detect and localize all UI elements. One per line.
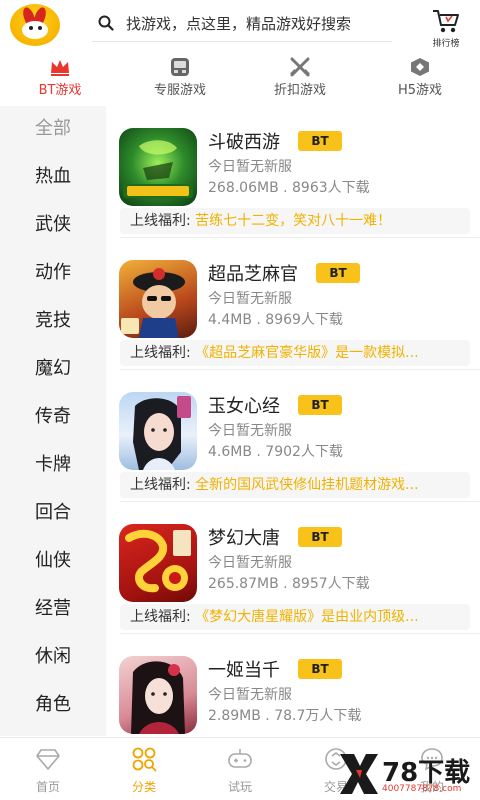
game-icon[interactable] xyxy=(119,524,197,602)
perk-label: 上线福利: xyxy=(130,477,191,493)
category-item[interactable]: 魔幻 xyxy=(0,354,106,384)
tab-exclusive-games[interactable]: 专服游戏 xyxy=(120,54,240,100)
tab-h5-games[interactable]: H5游戏 xyxy=(360,54,480,100)
perk-text: 《梦幻大唐星耀版》是由业内顶级... xyxy=(195,609,419,625)
game-art xyxy=(133,396,191,470)
search-placeholder[interactable]: 找游戏，点这里，精品游戏好搜索 xyxy=(126,13,351,34)
game-server-status: 今日暂无新服 xyxy=(208,687,292,703)
nav-home[interactable]: 首页 xyxy=(0,738,96,800)
nav-label: 试玩 xyxy=(227,780,252,794)
game-art xyxy=(121,268,185,338)
game-icon[interactable] xyxy=(119,128,197,206)
game-size-downloads: 4.4MB . 8969人下载 xyxy=(208,312,343,328)
category-item-all[interactable]: 全部 xyxy=(0,114,106,144)
game-size-downloads: 2.89MB . 78.7万人下载 xyxy=(208,708,362,724)
launch-perk-bar[interactable]: 上线福利: 全新的国风武侠修仙挂机题材游戏... xyxy=(120,472,470,498)
game-size-downloads: 265.87MB . 8957人下载 xyxy=(208,576,370,592)
perk-text: 《超品芝麻官豪华版》是一款模拟... xyxy=(195,345,419,361)
nav-label: 首页 xyxy=(35,780,60,794)
tab-discount-games[interactable]: 折扣游戏 xyxy=(240,54,360,100)
game-art xyxy=(123,140,193,198)
category-item[interactable]: 卡牌 xyxy=(0,450,106,480)
category-grid-icon xyxy=(132,747,157,772)
diamond-icon xyxy=(36,749,60,770)
category-item[interactable]: 回合 xyxy=(0,498,106,528)
game-list-item[interactable]: 斗破西游 BT 今日暂无新服 268.06MB . 8963人下载 上线福利: … xyxy=(106,106,480,238)
game-art xyxy=(125,529,191,593)
gamepad-icon xyxy=(171,58,189,76)
launch-perk-bar[interactable]: 上线福利: 《超品芝麻官豪华版》是一款模拟... xyxy=(120,340,470,366)
tab-label: 折扣游戏 xyxy=(273,83,326,98)
game-list-item[interactable]: 玉女心经 BT 今日暂无新服 4.6MB . 7902人下载 上线福利: 全新的… xyxy=(106,370,480,502)
category-item[interactable]: 热血 xyxy=(0,162,106,192)
ranking-button[interactable]: 排行榜 xyxy=(424,8,468,49)
game-title[interactable]: 梦幻大唐 xyxy=(208,524,280,550)
bt-badge: BT xyxy=(298,395,342,415)
category-item[interactable]: 武侠 xyxy=(0,210,106,240)
bt-badge: BT xyxy=(298,131,342,151)
nav-label: 分类 xyxy=(131,780,156,794)
tab-label: H5游戏 xyxy=(397,83,443,98)
category-item[interactable]: 休闲 xyxy=(0,642,106,672)
ranking-label: 排行榜 xyxy=(432,39,460,49)
perk-label: 上线福利: xyxy=(130,213,191,229)
crossed-swords-icon xyxy=(290,57,310,77)
category-item[interactable]: 传奇 xyxy=(0,402,106,432)
category-sidebar: 全部 热血 武侠 动作 竞技 魔幻 传奇 卡牌 回合 仙侠 经营 休闲 角色 xyxy=(0,106,106,736)
app-logo[interactable] xyxy=(10,4,60,46)
game-server-status: 今日暂无新服 xyxy=(208,159,292,175)
cart-icon xyxy=(433,10,459,33)
category-item[interactable]: 仙侠 xyxy=(0,546,106,576)
tab-bt-games[interactable]: BT游戏 xyxy=(0,54,120,100)
tab-label: 专服游戏 xyxy=(153,83,206,98)
game-title[interactable]: 一姬当千 xyxy=(208,656,280,682)
game-list-item[interactable]: 一姬当千 BT 今日暂无新服 2.89MB . 78.7万人下载 xyxy=(106,634,480,736)
bt-badge: BT xyxy=(298,659,342,679)
nav-trial[interactable]: 试玩 xyxy=(192,738,288,800)
game-size-downloads: 268.06MB . 8963人下载 xyxy=(208,180,370,196)
perk-label: 上线福利: xyxy=(130,345,191,361)
game-server-status: 今日暂无新服 xyxy=(208,555,292,571)
bt-badge: BT xyxy=(316,263,360,283)
perk-text: 全新的国风武侠修仙挂机题材游戏... xyxy=(195,477,419,493)
gamepad-icon xyxy=(228,749,252,768)
game-size-downloads: 4.6MB . 7902人下载 xyxy=(208,444,343,460)
game-server-status: 今日暂无新服 xyxy=(208,291,292,307)
watermark-url: 4007787878.com xyxy=(382,784,462,794)
launch-perk-bar[interactable]: 上线福利: 苦练七十二变，笑对八十一难！ xyxy=(120,208,470,234)
crown-icon xyxy=(51,60,69,76)
game-list: 斗破西游 BT 今日暂无新服 268.06MB . 8963人下载 上线福利: … xyxy=(106,106,480,736)
h5-hexagon-icon xyxy=(411,58,429,76)
game-icon[interactable] xyxy=(119,392,197,470)
category-item[interactable]: 竞技 xyxy=(0,306,106,336)
game-title[interactable]: 超品芝麻官 xyxy=(208,260,298,286)
launch-perk-bar[interactable]: 上线福利: 《梦幻大唐星耀版》是由业内顶级... xyxy=(120,604,470,630)
game-server-status: 今日暂无新服 xyxy=(208,423,292,439)
nav-category[interactable]: 分类 xyxy=(96,738,192,800)
tab-label: BT游戏 xyxy=(38,83,82,98)
game-title[interactable]: 斗破西游 xyxy=(208,128,280,154)
game-icon[interactable] xyxy=(119,656,197,734)
watermark: 78下载 4007787878.com xyxy=(338,752,478,798)
game-type-tabs: BT游戏 专服游戏 折扣游戏 H5游戏 xyxy=(0,54,480,100)
category-item[interactable]: 动作 xyxy=(0,258,106,288)
category-item[interactable]: 角色 xyxy=(0,690,106,720)
perk-text: 苦练七十二变，笑对八十一难！ xyxy=(195,213,392,229)
game-list-item[interactable]: 超品芝麻官 BT 今日暂无新服 4.4MB . 8969人下载 上线福利: 《超… xyxy=(106,238,480,370)
game-title[interactable]: 玉女心经 xyxy=(208,392,280,418)
perk-label: 上线福利: xyxy=(130,609,191,625)
game-icon[interactable] xyxy=(119,260,197,338)
bt-badge: BT xyxy=(298,527,342,547)
watermark-x-logo xyxy=(340,754,378,794)
game-art xyxy=(131,661,185,734)
category-item[interactable]: 经营 xyxy=(0,594,106,624)
search-bar[interactable]: 找游戏，点这里，精品游戏好搜索 xyxy=(92,6,392,42)
game-list-item[interactable]: 梦幻大唐 BT 今日暂无新服 265.87MB . 8957人下载 上线福利: … xyxy=(106,502,480,634)
app-header: 找游戏，点这里，精品游戏好搜索 排行榜 xyxy=(0,0,480,52)
search-icon xyxy=(98,15,114,31)
